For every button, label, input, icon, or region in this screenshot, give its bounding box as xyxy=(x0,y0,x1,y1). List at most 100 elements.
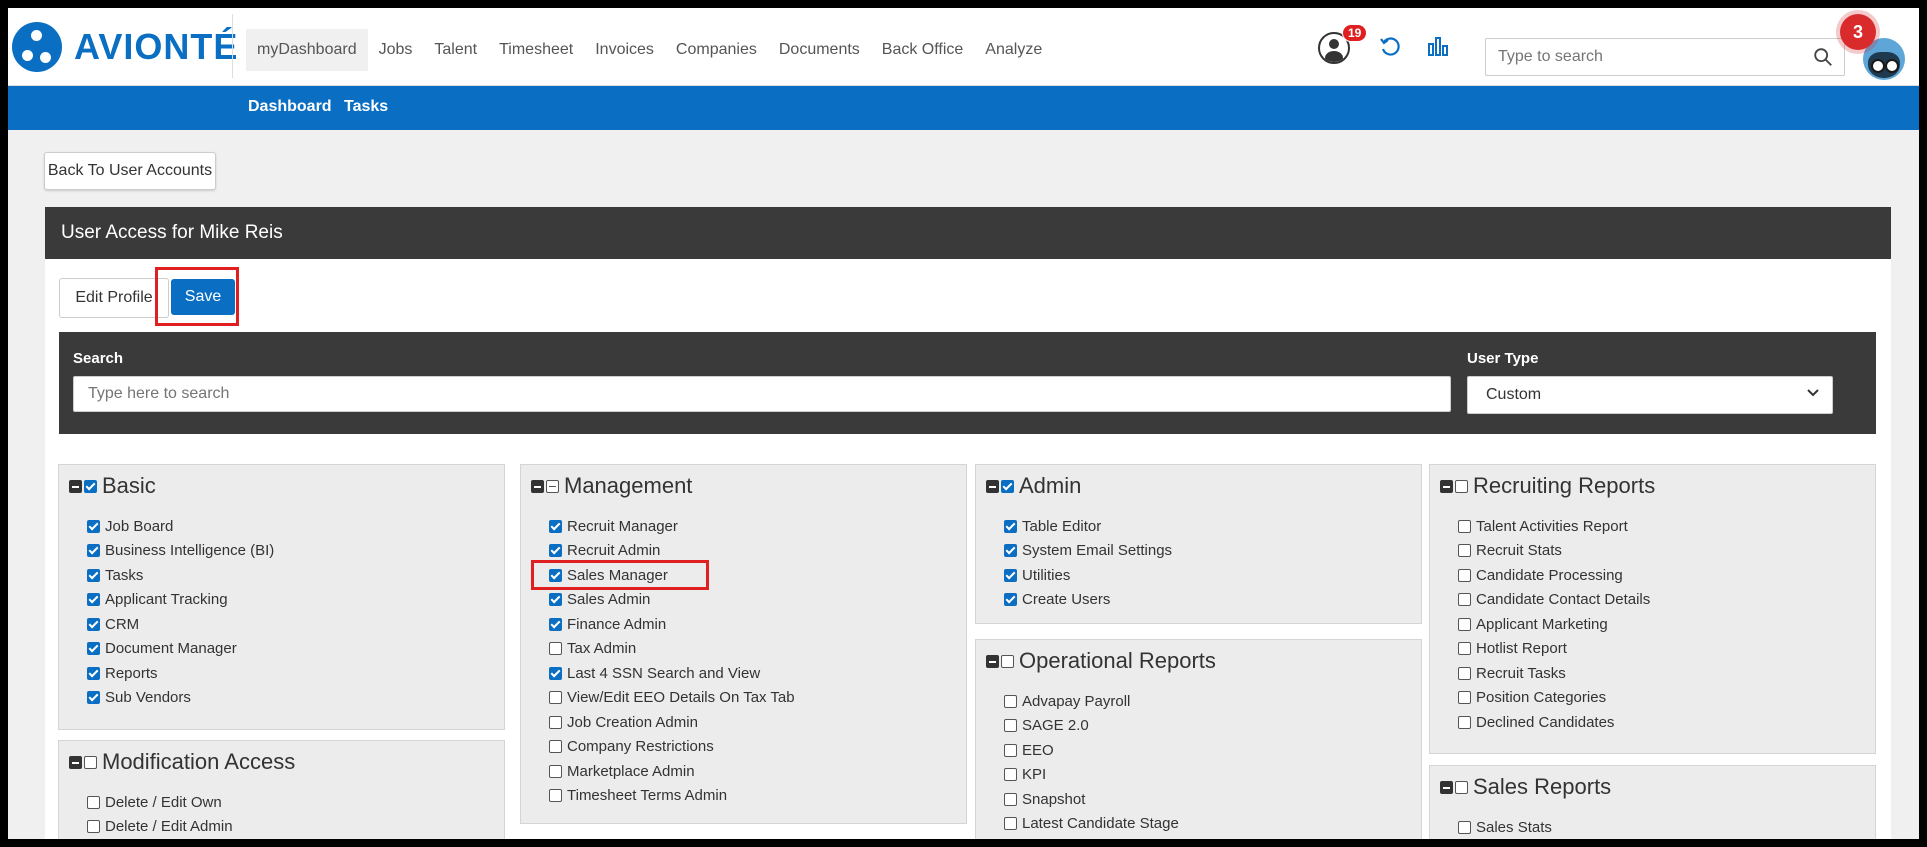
permission-item[interactable]: Recruit Admin xyxy=(549,539,795,564)
permission-item[interactable]: Delete / Edit Own xyxy=(87,790,233,815)
group-checkbox-basic[interactable] xyxy=(84,479,97,493)
collapse-icon[interactable] xyxy=(1440,479,1453,493)
permission-checkbox[interactable] xyxy=(1004,817,1017,831)
permission-item[interactable]: Recruit Manager xyxy=(549,514,795,539)
group-checkbox-recruiting[interactable] xyxy=(1455,479,1468,493)
permission-checkbox[interactable] xyxy=(549,544,562,558)
permission-checkbox[interactable] xyxy=(549,617,562,631)
permission-item[interactable]: Latest Candidate Stage xyxy=(1004,812,1179,837)
nav-jobs[interactable]: Jobs xyxy=(368,29,424,71)
permission-item[interactable]: Tax Admin xyxy=(549,637,795,662)
permission-checkbox[interactable] xyxy=(549,593,562,607)
permission-item[interactable]: Company Restrictions xyxy=(549,735,795,760)
permission-checkbox[interactable] xyxy=(1458,642,1471,656)
permission-item[interactable]: Business Intelligence (BI) xyxy=(87,539,274,564)
analytics-icon[interactable] xyxy=(1426,34,1450,58)
permission-checkbox[interactable] xyxy=(549,789,562,803)
permission-checkbox[interactable] xyxy=(549,642,562,656)
permission-checkbox[interactable] xyxy=(549,666,562,680)
permission-item[interactable]: Applicant Marketing xyxy=(1458,612,1650,637)
permission-search-input[interactable] xyxy=(73,376,1451,412)
nav-documents[interactable]: Documents xyxy=(768,29,871,71)
permission-item[interactable]: Advapay Payroll xyxy=(1004,689,1179,714)
permission-checkbox[interactable] xyxy=(1004,743,1017,757)
permission-checkbox[interactable] xyxy=(549,715,562,729)
permission-item[interactable]: KPI xyxy=(1004,763,1179,788)
permission-checkbox[interactable] xyxy=(549,519,562,533)
collapse-icon[interactable] xyxy=(531,479,544,493)
permission-item[interactable]: CRM xyxy=(87,612,274,637)
nav-back-office[interactable]: Back Office xyxy=(871,29,975,71)
global-search-input[interactable] xyxy=(1486,47,1812,67)
user-type-select[interactable]: Custom xyxy=(1467,376,1833,414)
permission-checkbox[interactable] xyxy=(1458,519,1471,533)
nav-invoices[interactable]: Invoices xyxy=(584,29,665,71)
permission-checkbox[interactable] xyxy=(1004,719,1017,733)
refresh-icon[interactable] xyxy=(1378,34,1402,58)
permission-item[interactable]: Hotlist Report xyxy=(1458,637,1650,662)
subnav-tasks[interactable]: Tasks xyxy=(344,98,388,116)
permission-item[interactable]: Sales Stats xyxy=(1458,815,1552,839)
collapse-icon[interactable] xyxy=(1440,780,1453,794)
permission-checkbox[interactable] xyxy=(549,568,562,582)
group-checkbox-modification[interactable] xyxy=(84,755,97,769)
permission-item[interactable]: Position Categories xyxy=(1458,686,1650,711)
permission-checkbox[interactable] xyxy=(1458,820,1471,834)
permission-item[interactable]: Candidate Contact Details xyxy=(1458,588,1650,613)
permission-checkbox[interactable] xyxy=(1004,694,1017,708)
permission-item[interactable]: View/Edit EEO Details On Tax Tab xyxy=(549,686,795,711)
permission-item[interactable]: Snapshot xyxy=(1004,787,1179,812)
permission-checkbox[interactable] xyxy=(87,666,100,680)
permission-checkbox[interactable] xyxy=(87,820,100,834)
back-to-user-accounts-button[interactable]: Back To User Accounts xyxy=(44,152,216,190)
edit-profile-button[interactable]: Edit Profile xyxy=(59,278,169,318)
collapse-icon[interactable] xyxy=(69,479,82,493)
nav-talent[interactable]: Talent xyxy=(423,29,488,71)
save-button[interactable]: Save xyxy=(171,279,235,315)
permission-checkbox[interactable] xyxy=(87,642,100,656)
brand-logo[interactable]: AVIONTÉ xyxy=(12,22,238,72)
permission-item[interactable]: EEO xyxy=(1004,738,1179,763)
subnav-dashboard[interactable]: Dashboard xyxy=(248,98,332,116)
collapse-icon[interactable] xyxy=(986,654,999,668)
nav-timesheet[interactable]: Timesheet xyxy=(488,29,584,71)
permission-item[interactable]: Create Users xyxy=(1004,588,1172,613)
search-icon[interactable] xyxy=(1812,46,1834,68)
permission-item[interactable]: Last 4 SSN Search and View xyxy=(549,661,795,686)
permission-checkbox[interactable] xyxy=(87,519,100,533)
group-checkbox-sales[interactable] xyxy=(1455,780,1468,794)
permission-checkbox[interactable] xyxy=(87,795,100,809)
permission-checkbox[interactable] xyxy=(1004,544,1017,558)
permission-item[interactable]: Document Manager xyxy=(87,637,274,662)
permission-checkbox[interactable] xyxy=(1004,792,1017,806)
permission-checkbox[interactable] xyxy=(549,764,562,778)
permission-checkbox[interactable] xyxy=(1458,715,1471,729)
permission-checkbox[interactable] xyxy=(1458,617,1471,631)
permission-checkbox[interactable] xyxy=(1004,519,1017,533)
permission-item[interactable]: Marketplace Admin xyxy=(549,759,795,784)
permission-item[interactable]: Table Editor xyxy=(1004,514,1172,539)
permission-checkbox[interactable] xyxy=(1004,593,1017,607)
permission-item[interactable]: Finance Admin xyxy=(549,612,795,637)
permission-item[interactable]: Utilities xyxy=(1004,563,1172,588)
collapse-icon[interactable] xyxy=(69,755,82,769)
permission-checkbox[interactable] xyxy=(1458,593,1471,607)
permission-checkbox[interactable] xyxy=(549,740,562,754)
permission-item[interactable]: Candidate Processing xyxy=(1458,563,1650,588)
permission-item[interactable]: Declined Candidates xyxy=(1458,710,1650,735)
nav-analyze[interactable]: Analyze xyxy=(974,29,1053,71)
permission-item[interactable]: Reports xyxy=(87,661,274,686)
permission-item[interactable]: Tasks xyxy=(87,563,274,588)
permission-item[interactable]: Delete / Edit Admin xyxy=(87,815,233,840)
permission-checkbox[interactable] xyxy=(1004,568,1017,582)
permission-item[interactable]: Applicant Tracking xyxy=(87,588,274,613)
permission-checkbox[interactable] xyxy=(549,691,562,705)
nav-companies[interactable]: Companies xyxy=(665,29,768,71)
nav-mydashboard[interactable]: myDashboard xyxy=(246,29,368,71)
permission-item[interactable]: Recruit Stats xyxy=(1458,539,1650,564)
permission-checkbox[interactable] xyxy=(1458,544,1471,558)
permission-item[interactable]: Job Board xyxy=(87,514,274,539)
permission-item[interactable]: Sales Manager xyxy=(549,563,795,588)
permission-item[interactable]: Job Creation Admin xyxy=(549,710,795,735)
permission-checkbox[interactable] xyxy=(1004,768,1017,782)
